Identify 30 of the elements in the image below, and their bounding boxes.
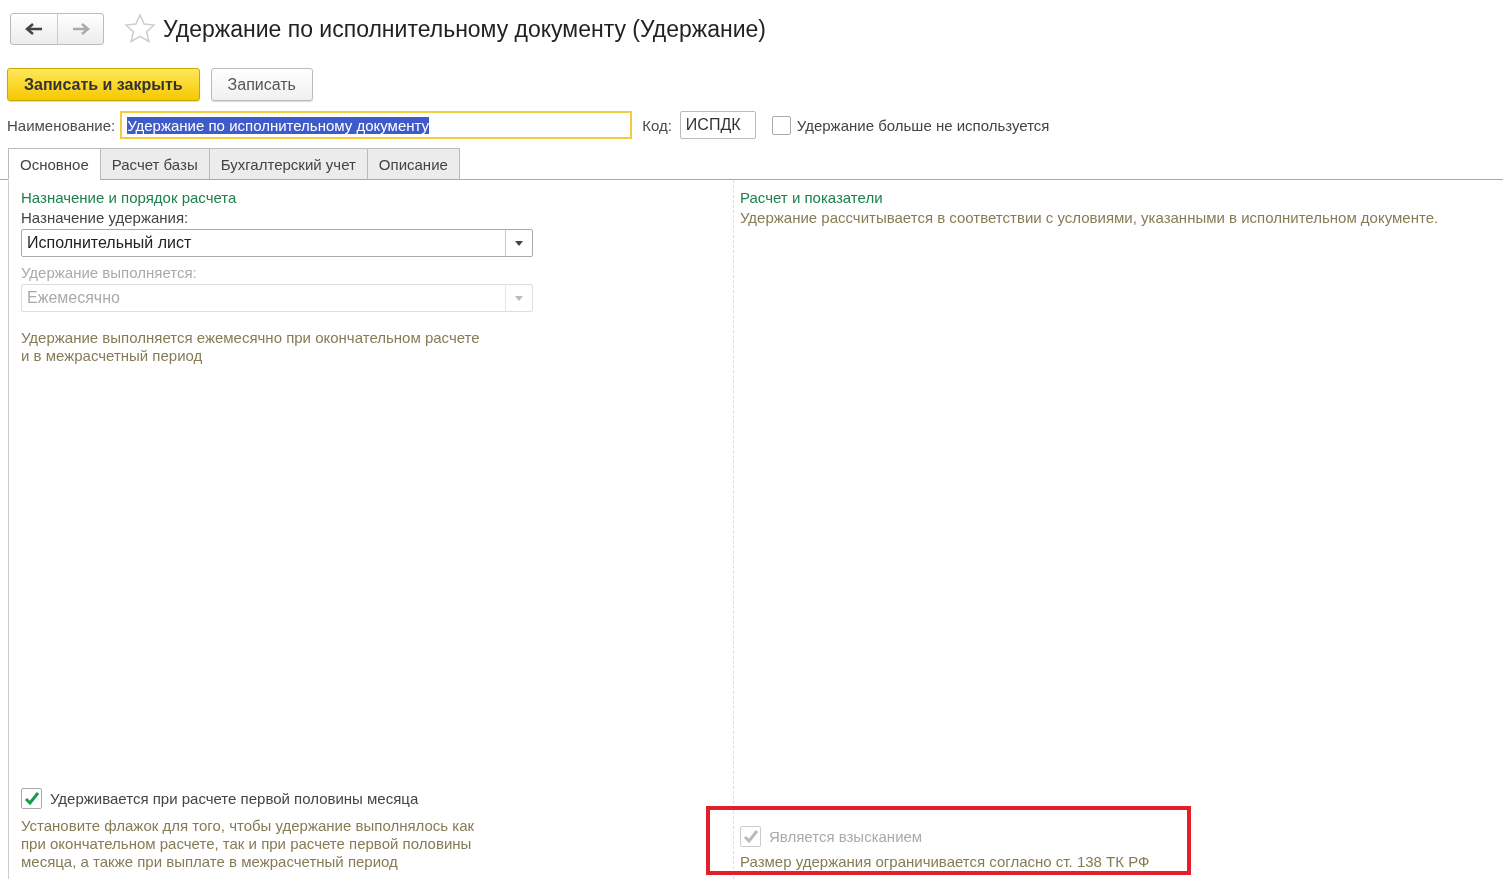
tab[interactable]: Основное <box>8 148 101 180</box>
tab[interactable]: Расчет базы <box>99 148 210 180</box>
tab[interactable]: Описание <box>366 148 460 180</box>
field-label: Наименование: <box>7 116 116 134</box>
checkbox[interactable] <box>21 788 42 809</box>
forward-arrow-icon <box>71 23 90 35</box>
checkbox[interactable] <box>771 115 791 135</box>
field-label: Назначение удержания: <box>21 209 190 226</box>
name-field[interactable]: Удержание по исполнительному документу <box>120 111 633 139</box>
caret-icon <box>515 240 523 246</box>
back-arrow-icon <box>25 23 43 35</box>
save-and-close-button[interactable]: Записать и закрыть <box>7 68 200 101</box>
tab[interactable]: Бухгалтерский учет <box>208 148 368 180</box>
star-icon[interactable] <box>124 13 156 45</box>
dropdown-field[interactable]: Исполнительный лист <box>21 229 533 257</box>
field-label: Код: <box>642 116 672 134</box>
code-field[interactable]: ИСПДК <box>679 111 756 139</box>
checkbox-label: Удержание больше не используется <box>796 116 1050 134</box>
caret-icon <box>515 295 523 301</box>
checkbox-label: Является взысканием <box>769 828 923 845</box>
section-heading: Назначение и порядок расчета <box>21 189 238 206</box>
window-title: Удержание по исполнительному документу (Удержание) <box>163 15 766 43</box>
hint-text: Удержание рассчитывается в соответствии с условиями, указанными в исполнительном документе. <box>740 209 1440 227</box>
hint-text: Удержание выполняется ежемесячно при окончательном расчете и в межрасчетный период <box>21 329 481 365</box>
hint-text: Размер удержания ограничивается согласно ст. 138 ТК РФ <box>740 853 1150 871</box>
section-heading: Расчет и показатели <box>740 189 884 206</box>
field-label: Удержание выполняется: <box>21 264 198 281</box>
save-button[interactable]: Записать <box>210 68 313 101</box>
hint-text: Установите флажок для того, чтобы удержание выполнялось как при окончательном расчете, так и при расчете первой половины месяца, а также при выплате в межрасчетный период <box>21 817 476 871</box>
checkbox-label: Удерживается при расчете первой половины месяца <box>50 790 419 807</box>
